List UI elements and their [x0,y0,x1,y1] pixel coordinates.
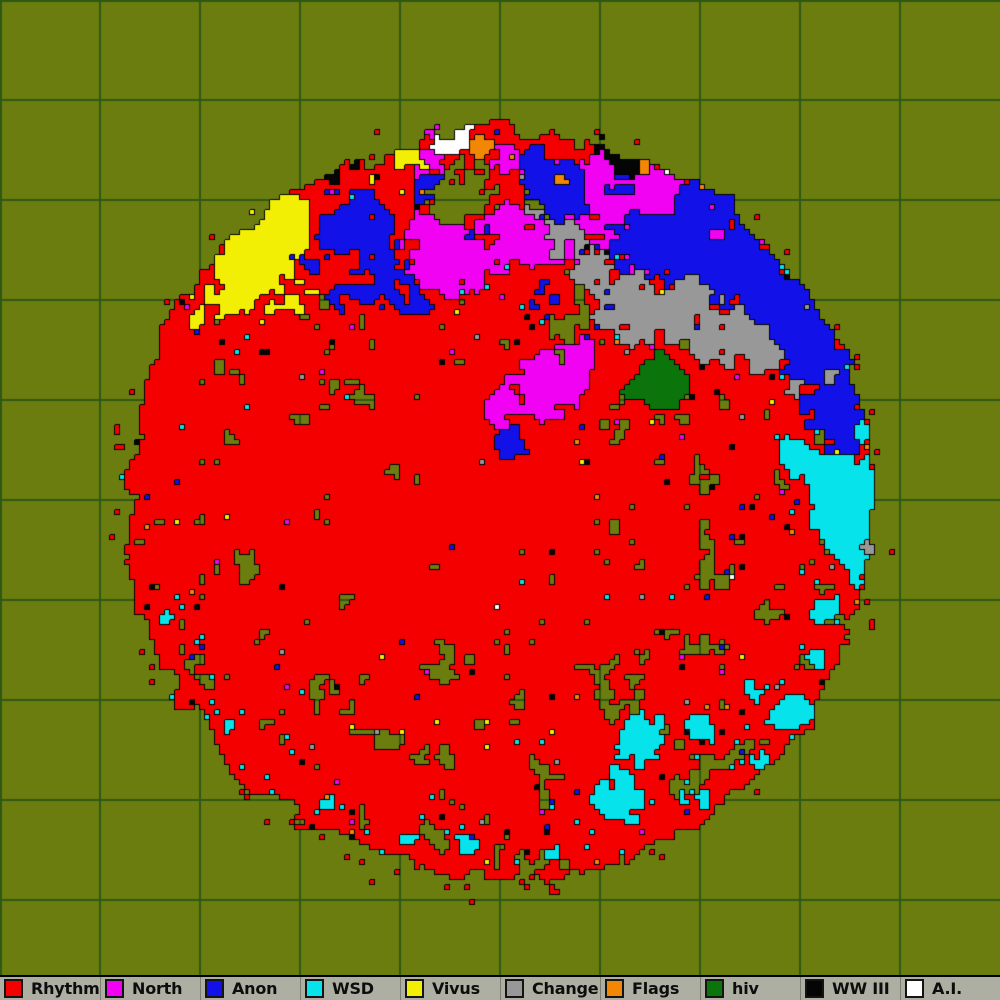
faction-color-swatch [505,979,524,998]
faction-color-swatch [805,979,824,998]
legend-item-ww-iii: WW III [800,977,900,1000]
faction-color-swatch [4,979,23,998]
legend-item-rhythm: Rhythm [0,977,100,1000]
legend-item-hiv: hiv [700,977,800,1000]
faction-label: Rhythm [31,979,100,998]
faction-label: Flags [632,979,679,998]
faction-label: WSD [332,979,374,998]
legend-item-anon: Anon [200,977,300,1000]
faction-color-swatch [105,979,124,998]
faction-color-swatch [405,979,424,998]
faction-label: North [132,979,182,998]
faction-label: Vivus [432,979,480,998]
faction-label: Change [532,979,598,998]
legend-item-change: Change [500,977,600,1000]
faction-color-swatch [705,979,724,998]
legend-item-wsd: WSD [300,977,400,1000]
faction-label: WW III [832,979,890,998]
legend-bar: Rhythm North Anon WSD Vivus Change Flags hiv WW … [0,975,1000,1000]
legend-item-vivus: Vivus [400,977,500,1000]
faction-color-swatch [605,979,624,998]
faction-label: Anon [232,979,277,998]
legend-item-north: North [100,977,200,1000]
faction-color-swatch [305,979,324,998]
faction-label: hiv [732,979,759,998]
legend-item-a-i-: A.I. [900,977,1000,1000]
faction-label: A.I. [932,979,962,998]
legend-item-flags: Flags [600,977,700,1000]
world-map-canvas[interactable] [0,0,1000,1000]
faction-color-swatch [905,979,924,998]
faction-color-swatch [205,979,224,998]
game-viewport: Rhythm North Anon WSD Vivus Change Flags hiv WW … [0,0,1000,1000]
